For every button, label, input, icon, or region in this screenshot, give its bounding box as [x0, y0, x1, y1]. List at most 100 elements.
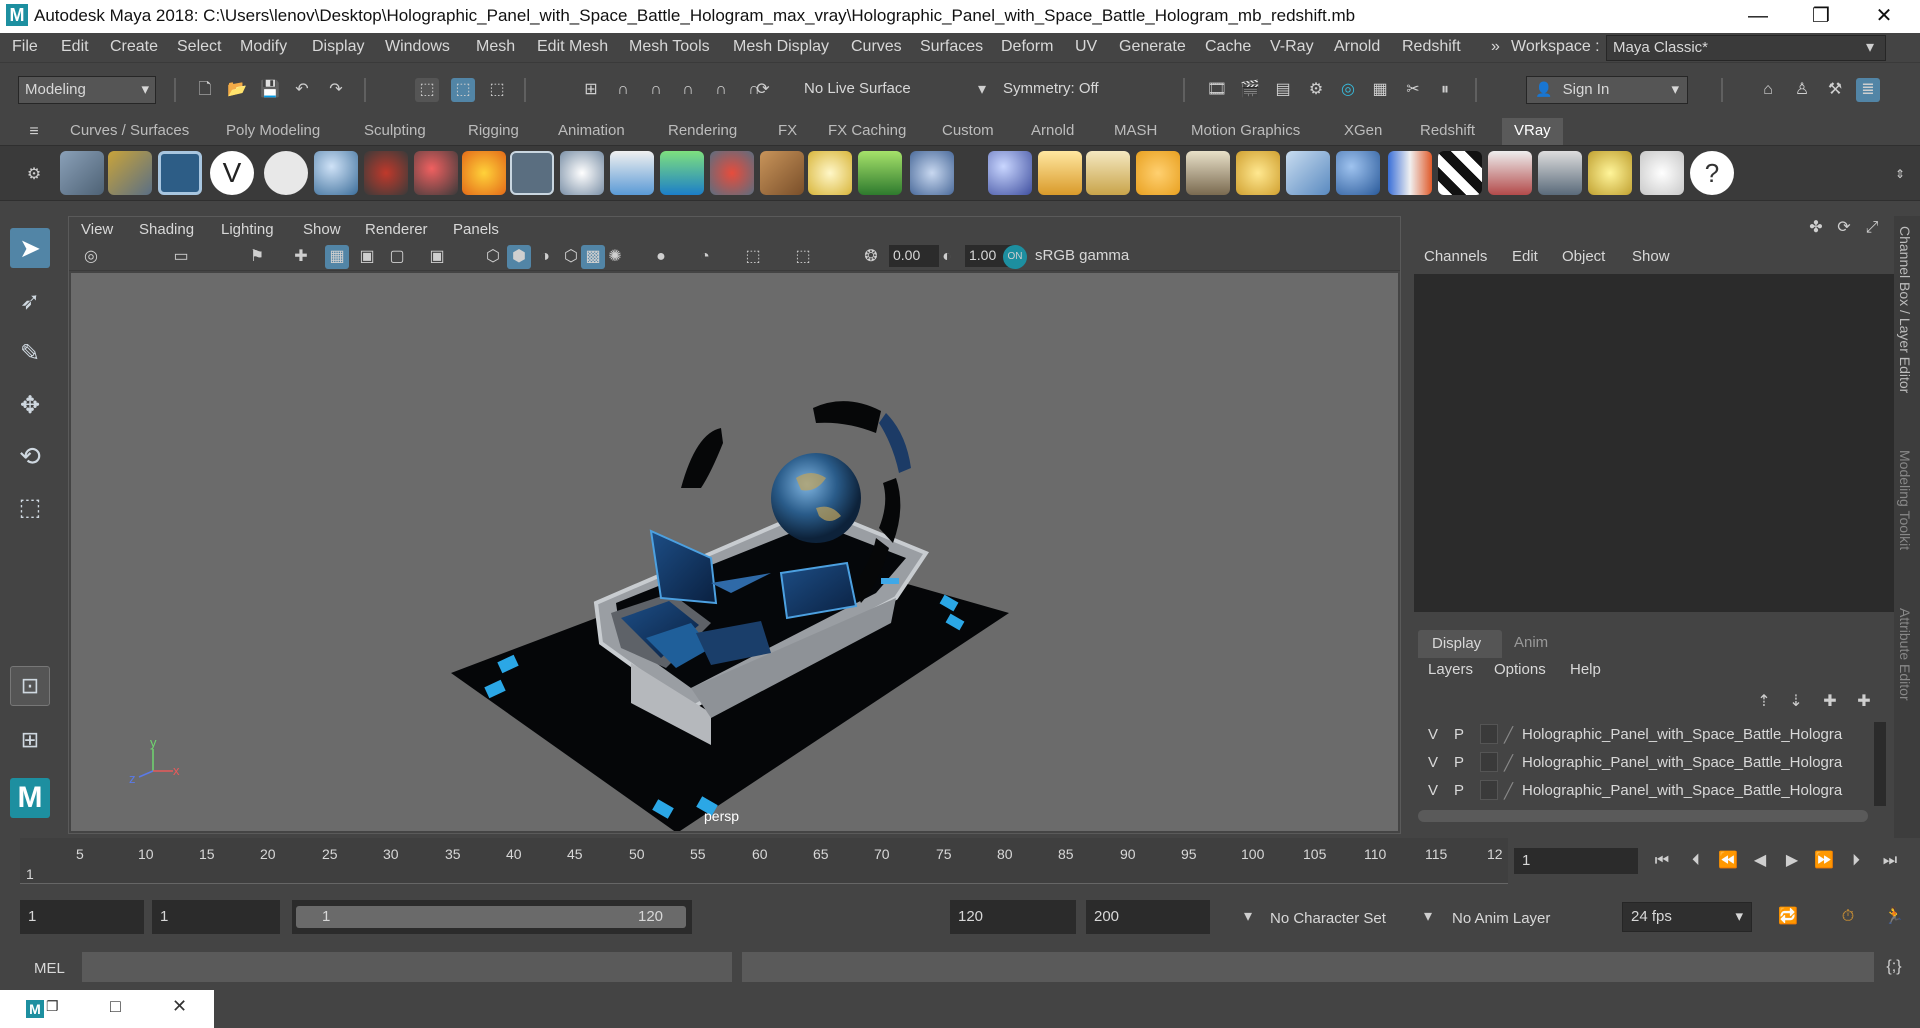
layer-menu-layers[interactable]: Layers [1428, 661, 1473, 678]
lasso-tool-icon[interactable]: ➶ [10, 282, 50, 322]
textured-icon[interactable]: ◑ [533, 245, 557, 269]
menu-edit[interactable]: Edit [61, 38, 89, 56]
tab-xgen[interactable]: XGen [1338, 122, 1388, 139]
layer-color-swatch[interactable] [1480, 752, 1498, 772]
menu-cache[interactable]: Cache [1205, 38, 1251, 56]
vray-cloud-icon[interactable] [1640, 151, 1684, 195]
select-component-icon[interactable]: ⬚ [485, 78, 509, 102]
channel-menu-edit[interactable]: Edit [1512, 248, 1538, 265]
chevron-down-icon[interactable]: ▾ [1236, 905, 1260, 929]
menu-mesh[interactable]: Mesh [476, 38, 515, 56]
layer-scrollbar[interactable] [1874, 722, 1886, 806]
mode-dropdown[interactable]: Modeling ▾ [18, 76, 156, 104]
range-slider-track[interactable]: 1 120 [292, 900, 692, 934]
go-to-end-icon[interactable]: ⏭ [1878, 849, 1902, 873]
layer-playback-toggle[interactable]: P [1454, 726, 1464, 743]
step-forward-key-icon[interactable]: ⏩ [1812, 849, 1836, 873]
ipr-render-icon[interactable]: ▤ [1271, 78, 1295, 102]
move-layer-up-icon[interactable]: ⇡ [1752, 690, 1776, 714]
vray-texture-icon[interactable] [760, 151, 804, 195]
menu-modify[interactable]: Modify [240, 38, 287, 56]
help-icon[interactable]: ? [1690, 151, 1734, 195]
vray-mesh-light-icon[interactable] [560, 151, 604, 195]
vray-particles-icon[interactable] [414, 151, 458, 195]
tab-fx-caching[interactable]: FX Caching [822, 122, 912, 139]
lights-icon[interactable]: ✺ [603, 245, 627, 269]
side-tab-attribute-editor[interactable]: Attribute Editor [1897, 608, 1913, 701]
channel-box-expand-icon[interactable]: ⤢ [1860, 216, 1884, 240]
viewport-menu-shading[interactable]: Shading [139, 221, 194, 238]
command-input[interactable] [82, 952, 732, 982]
snap-projected-center-icon[interactable]: ∩ [676, 78, 700, 102]
character-set-dropdown[interactable]: No Character Set [1270, 910, 1386, 927]
vray-ies-light-icon[interactable] [1186, 151, 1230, 195]
layer-visibility-toggle[interactable]: V [1428, 782, 1438, 799]
vray-proxy-icon[interactable] [264, 151, 308, 195]
vray-checker-icon[interactable] [1438, 151, 1482, 195]
loop-icon[interactable]: 🔁 [1776, 905, 1800, 929]
vray-table-icon[interactable] [1538, 151, 1582, 195]
snap-grid-icon[interactable]: ⊞ [579, 78, 603, 102]
vray-logo-icon[interactable]: V [210, 151, 254, 195]
safe-action-icon[interactable]: ▣ [425, 245, 449, 269]
playback-end-field[interactable]: 120 [950, 900, 1076, 934]
minimize-button[interactable]: — [1731, 0, 1785, 33]
vray-dome-light-icon[interactable] [808, 151, 852, 195]
vray-frame-buffer-icon[interactable] [158, 151, 202, 195]
menu-display[interactable]: Display [312, 38, 364, 56]
layer-color-swatch[interactable] [1480, 724, 1498, 744]
viewport-menu-view[interactable]: View [81, 221, 113, 238]
scale-tool-icon[interactable]: ⬚ [10, 488, 50, 528]
workspace-dropdown-arrow-icon[interactable]: ▾ [1858, 36, 1882, 60]
mel-label[interactable]: MEL [34, 960, 65, 977]
tab-rendering[interactable]: Rendering [662, 122, 743, 139]
shelf-scroll-icon[interactable]: ⇕ [1888, 162, 1912, 186]
side-tab-modeling-toolkit[interactable]: Modeling Toolkit [1897, 450, 1913, 550]
time-slider[interactable]: 1 5 10 15 20 25 30 35 40 45 50 55 60 65 … [0, 838, 1920, 888]
shelf-menu-icon[interactable]: ≡ [22, 120, 46, 144]
exposure-icon[interactable]: ❂ [859, 245, 883, 269]
3d-viewport[interactable]: y x z persp [71, 273, 1398, 831]
close-button[interactable]: ✕ [1857, 0, 1911, 33]
channel-box-tool-icon[interactable]: ✤ [1804, 216, 1828, 240]
animation-preferences-icon[interactable]: 🏃 [1882, 905, 1906, 929]
open-scene-icon[interactable]: 📂 [225, 78, 249, 102]
current-frame-field[interactable]: 1 [1514, 848, 1638, 874]
restore-button[interactable]: ❐ [1794, 0, 1848, 33]
menu-arnold[interactable]: Arnold [1334, 38, 1380, 56]
gamma-icon[interactable]: ◐ [935, 245, 959, 269]
vray-sphere-light-icon[interactable] [988, 151, 1032, 195]
smooth-shade-icon[interactable]: ⬢ [507, 245, 531, 269]
wireframe-toggle-icon[interactable]: ▦ [325, 245, 349, 269]
step-forward-frame-icon[interactable]: ⏵ [1844, 849, 1868, 873]
move-layer-down-icon[interactable]: ⇣ [1784, 690, 1808, 714]
layer-row[interactable]: V P ╱ Holographic_Panel_with_Space_Battl… [1422, 722, 1882, 748]
animation-end-field[interactable]: 200 [1086, 900, 1210, 934]
four-view-layout-icon[interactable]: ⊞ [10, 720, 50, 760]
viewport-menu-lighting[interactable]: Lighting [221, 221, 274, 238]
textures-toggle-icon[interactable]: ▩ [581, 245, 605, 269]
select-hierarchy-icon[interactable]: ⬚ [415, 78, 439, 102]
minimized-window[interactable]: M ❐ □ ✕ [0, 990, 214, 1028]
vray-render-elements-icon[interactable] [108, 151, 152, 195]
layer-row[interactable]: V P ╱ Holographic_Panel_with_Space_Battl… [1422, 750, 1882, 776]
menu-mesh-display[interactable]: Mesh Display [733, 38, 829, 56]
tab-display[interactable]: Display [1418, 630, 1502, 658]
play-forwards-icon[interactable]: ▶ [1780, 849, 1804, 873]
tab-anim[interactable]: Anim [1514, 634, 1548, 651]
color-space-label[interactable]: sRGB gamma [1035, 247, 1129, 264]
menu-edit-mesh[interactable]: Edit Mesh [537, 38, 608, 56]
menu-create[interactable]: Create [110, 38, 158, 56]
go-to-start-icon[interactable]: ⏮ [1650, 849, 1674, 873]
menu-uv[interactable]: UV [1075, 38, 1097, 56]
select-tool-icon[interactable]: ➤ [10, 228, 50, 268]
auto-key-icon[interactable]: ⏱ [1836, 905, 1860, 929]
channel-list[interactable] [1414, 274, 1894, 612]
new-scene-icon[interactable]: 🗋 [193, 78, 217, 102]
step-back-key-icon[interactable]: ⏪ [1716, 849, 1740, 873]
color-management-toggle-icon[interactable]: ON [1003, 245, 1027, 269]
wireframe-mode-icon[interactable]: ⬡ [481, 245, 505, 269]
single-layout-icon[interactable]: ⊡ [10, 666, 50, 706]
layer-visibility-toggle[interactable]: V [1428, 726, 1438, 743]
paint-select-tool-icon[interactable]: ✎ [10, 334, 50, 374]
